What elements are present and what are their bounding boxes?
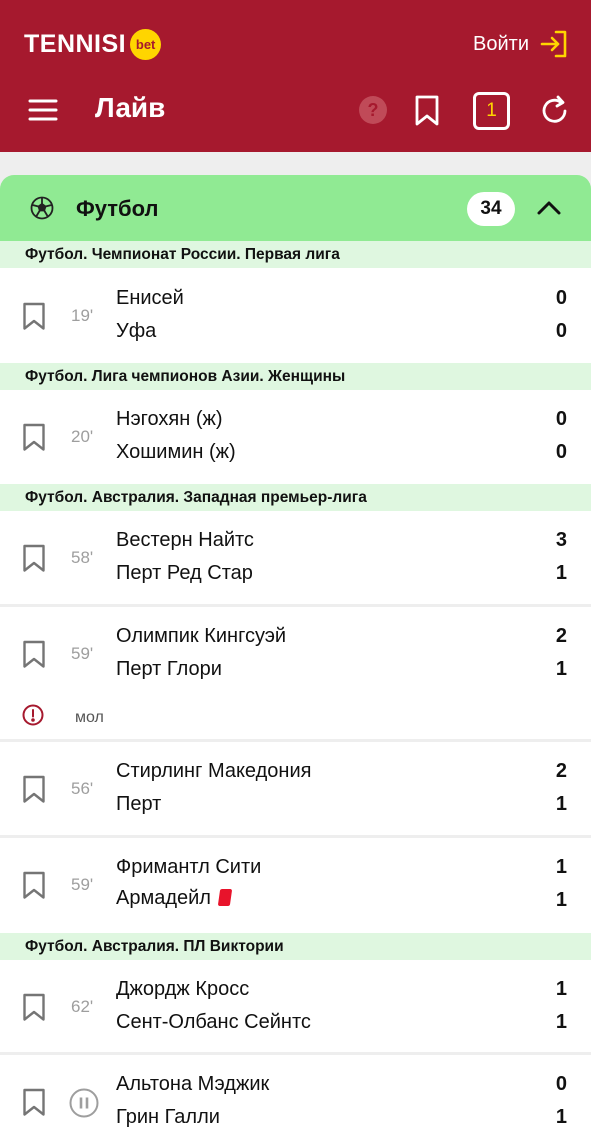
match-time: 62' xyxy=(71,997,94,1016)
match-time: 58' xyxy=(71,548,94,567)
away-team: Перт Глори xyxy=(116,658,222,680)
login-label: Войти xyxy=(473,32,529,55)
league-header[interactable]: Футбол. Чемпионат России. Первая лига xyxy=(0,241,591,268)
away-score: 1 xyxy=(555,1011,567,1033)
match-row[interactable]: 59' Фримантл Сити Армадейл 1 1 xyxy=(0,838,591,933)
match-time: 56' xyxy=(71,779,94,798)
league-header[interactable]: Футбол. Австралия. ПЛ Виктории xyxy=(0,933,591,960)
live-content: Футбол 34 Футбол. Чемпионат России. Перв… xyxy=(0,152,591,1133)
away-team: Уфа xyxy=(116,320,157,342)
home-team: Енисей xyxy=(116,287,184,309)
away-team: Перт xyxy=(116,793,162,815)
match-row[interactable]: 19' Енисей Уфа 0 0 xyxy=(0,268,591,363)
away-team: Хошимин (ж) xyxy=(116,441,236,463)
away-score: 0 xyxy=(555,320,567,342)
home-team: Альтона Мэджик xyxy=(116,1073,270,1095)
page-title: Лайв xyxy=(95,92,166,123)
match-row[interactable]: 62' Джордж Кросс Сент-Олбанс Сейнтс 1 1 xyxy=(0,960,591,1052)
away-team: Грин Галли xyxy=(116,1106,220,1128)
menu-icon[interactable] xyxy=(28,96,58,124)
home-team: Джордж Кросс xyxy=(116,978,250,1000)
match-note: мол xyxy=(22,704,104,731)
bookmark-icon[interactable] xyxy=(22,775,46,809)
league-header[interactable]: Футбол. Лига чемпионов Азии. Женщины xyxy=(0,363,591,390)
home-team: Фримантл Сити xyxy=(116,856,262,878)
bookmark-icon[interactable] xyxy=(22,993,46,1027)
match-row[interactable]: 56' Стирлинг Македония Перт 2 1 xyxy=(0,742,591,835)
home-team: Нэгохян (ж) xyxy=(116,408,223,430)
match-row[interactable]: 59' Олимпик Кингсуэй Перт Глори 2 1 мол xyxy=(0,607,591,739)
away-score: 1 xyxy=(555,793,567,815)
login-icon xyxy=(539,29,569,59)
away-score: 1 xyxy=(555,658,567,680)
home-score: 2 xyxy=(555,625,567,647)
match-row[interactable]: Альтона Мэджик Грин Галли 0 1 xyxy=(0,1055,591,1133)
home-score: 3 xyxy=(555,529,567,551)
away-team: Перт Ред Стар xyxy=(116,562,253,584)
home-score: 0 xyxy=(555,287,567,309)
bookmark-icon[interactable] xyxy=(22,544,46,578)
match-row[interactable]: 20' Нэгохян (ж) Хошимин (ж) 0 0 xyxy=(0,390,591,484)
pause-icon xyxy=(69,1088,99,1123)
away-score: 0 xyxy=(555,441,567,463)
sport-header-football[interactable]: Футбол 34 xyxy=(0,175,591,241)
bookmark-icon[interactable] xyxy=(414,95,440,132)
alert-icon xyxy=(22,704,44,731)
red-card-icon xyxy=(217,889,233,906)
svg-text:?: ? xyxy=(368,100,379,120)
away-team: Армадейл xyxy=(116,887,211,909)
refresh-icon[interactable] xyxy=(540,94,570,131)
top-app-bar: TENNISI bet Войти Лайв ? 1 xyxy=(0,0,591,152)
home-score: 0 xyxy=(555,1073,567,1095)
bookmark-icon[interactable] xyxy=(22,640,46,674)
away-team: Сент-Олбанс Сейнтс xyxy=(116,1011,311,1033)
soccer-ball-icon xyxy=(30,196,54,225)
match-time: 20' xyxy=(71,427,94,446)
league-header[interactable]: Футбол. Австралия. Западная премьер-лига xyxy=(0,484,591,511)
bookmark-icon[interactable] xyxy=(22,423,46,457)
away-score: 1 xyxy=(555,1106,567,1128)
match-note-text: мол xyxy=(75,708,104,726)
home-score: 0 xyxy=(555,408,567,430)
coupon-count: 1 xyxy=(486,100,497,121)
match-time: 59' xyxy=(71,875,94,894)
home-team: Вестерн Найтс xyxy=(116,529,254,551)
home-score: 1 xyxy=(555,978,567,1000)
brand-badge: bet xyxy=(130,28,162,60)
sport-name: Футбол xyxy=(76,196,159,221)
away-score: 1 xyxy=(555,889,567,911)
match-row[interactable]: 58' Вестерн Найтс Перт Ред Стар 3 1 xyxy=(0,511,591,604)
brand-logo[interactable]: TENNISI bet xyxy=(24,26,162,62)
chevron-up-icon[interactable] xyxy=(535,197,563,224)
home-score: 2 xyxy=(555,760,567,782)
bookmark-icon[interactable] xyxy=(22,1088,46,1122)
home-score: 1 xyxy=(555,856,567,878)
coupon-icon[interactable]: 1 xyxy=(473,92,510,130)
home-team: Стирлинг Македония xyxy=(116,760,312,782)
away-score: 1 xyxy=(555,562,567,584)
sport-count-badge: 34 xyxy=(467,192,515,226)
bookmark-icon[interactable] xyxy=(22,302,46,336)
brand-name: TENNISI xyxy=(24,29,127,58)
home-team: Олимпик Кингсуэй xyxy=(116,625,287,647)
login-button[interactable]: Войти xyxy=(473,26,569,62)
match-time: 59' xyxy=(71,644,94,663)
bookmark-icon[interactable] xyxy=(22,871,46,905)
away-team-row: Армадейл xyxy=(116,887,233,910)
help-icon[interactable]: ? xyxy=(358,95,388,130)
match-time: 19' xyxy=(71,306,94,325)
